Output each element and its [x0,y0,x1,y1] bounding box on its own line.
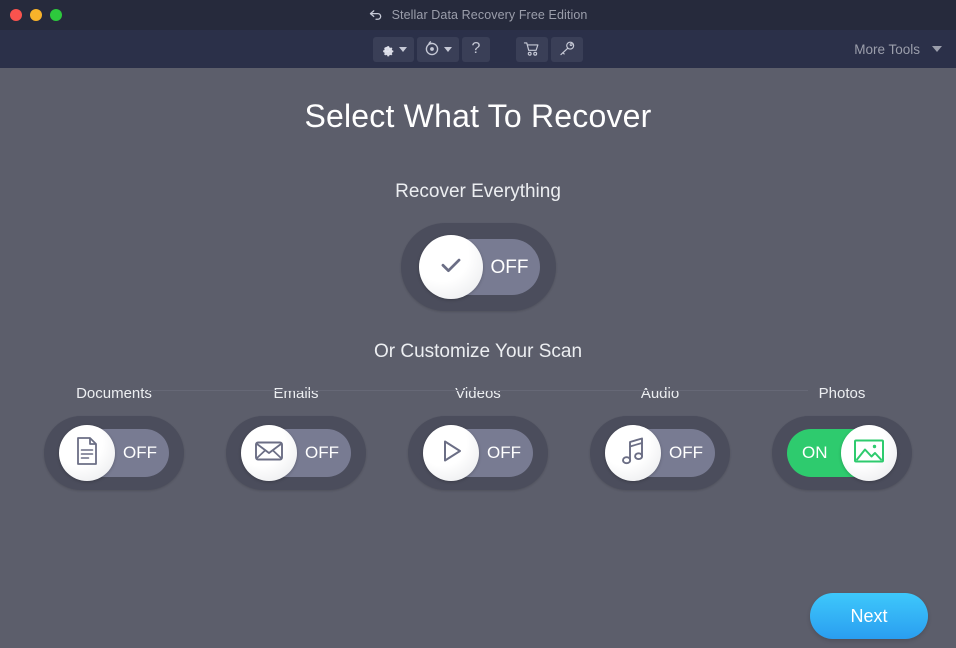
toggle-knob [418,235,483,299]
category-emails: Emails OFF [216,385,376,490]
category-label: Photos [818,385,866,402]
chevron-down-icon [398,46,407,52]
recover-everything-toggle[interactable]: OFF [400,223,556,311]
emails-toggle[interactable]: OFF [226,416,366,490]
activate-button[interactable] [551,36,584,62]
shopping-cart-icon [523,41,541,57]
photos-toggle[interactable]: ON [772,416,912,490]
toolbar-group-primary: ? [372,36,491,62]
category-documents: Documents OFF [34,385,194,490]
back-arrow-icon [369,9,384,22]
toggle-knob [241,425,297,481]
recover-everything-label: Recover Everything [395,181,561,202]
toggle-knob [59,425,115,481]
category-label: Documents [76,385,152,402]
buy-button[interactable] [516,36,549,62]
toggle-state: ON [802,443,828,462]
play-icon [437,437,465,470]
music-note-icon [620,436,646,471]
toggle-state: OFF [487,443,521,462]
help-button[interactable]: ? [461,36,491,62]
category-label: Audio [640,385,680,402]
document-icon [74,436,100,471]
category-audio: Audio OFF [580,385,740,490]
title-bar: Stellar Data Recovery Free Edition [0,0,956,30]
category-videos: Videos OFF [398,385,558,490]
page-title: Select What To Recover [304,98,652,134]
toggle-state: OFF [669,443,703,462]
key-icon [558,41,576,57]
recovery-history-button[interactable] [416,36,459,62]
window-title-group: Stellar Data Recovery Free Edition [0,0,956,30]
category-label: Emails [273,385,319,402]
chevron-down-icon [932,46,942,52]
category-label: Videos [455,385,501,402]
documents-toggle[interactable]: OFF [44,416,184,490]
envelope-icon [254,439,284,468]
next-button[interactable]: Next [810,593,928,639]
customize-scan-label: Or Customize Your Scan [373,341,583,362]
more-tools-label: More Tools [854,41,920,57]
settings-button[interactable] [372,36,414,62]
recover-everything-state: OFF [490,257,529,278]
chevron-down-icon [443,46,452,52]
toggle-knob [423,425,479,481]
toolbar-group-secondary [516,36,584,62]
section-divider [148,390,808,391]
toggle-state: OFF [305,443,339,462]
toggle-knob [841,425,897,481]
category-row: Documents OFF Emails OFF Videos OFF Audi… [0,385,956,490]
audio-toggle[interactable]: OFF [590,416,730,490]
more-tools-menu[interactable]: More Tools [854,30,942,68]
restore-clock-icon [424,41,440,57]
videos-toggle[interactable]: OFF [408,416,548,490]
window-title: Stellar Data Recovery Free Edition [391,8,588,22]
toggle-state: OFF [123,443,157,462]
check-icon [436,250,466,285]
image-icon [853,438,885,469]
recover-everything-row: OFF [0,223,956,311]
toolbar: ? More Tools [0,30,956,68]
main-content: Select What To Recover Recover Everythin… [0,68,956,648]
question-mark-icon: ? [471,40,481,57]
toggle-knob [605,425,661,481]
category-photos: Photos ON [762,385,922,490]
gear-icon [380,42,395,57]
